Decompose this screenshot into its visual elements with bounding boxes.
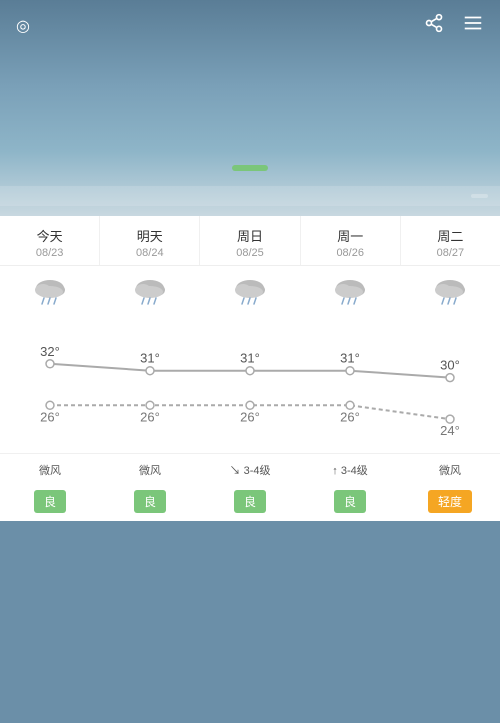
top-bar: ◎ bbox=[0, 0, 500, 47]
location-area[interactable]: ◎ bbox=[16, 16, 36, 36]
aqi-bottom-row: 良 良 良 良 轻度 bbox=[0, 484, 500, 521]
temperature-value bbox=[0, 57, 500, 147]
svg-text:31°: 31° bbox=[140, 351, 160, 366]
share-icon[interactable] bbox=[424, 13, 444, 38]
day-col-4: 周二 08/27 bbox=[401, 216, 500, 265]
day-col-3: 周一 08/26 bbox=[301, 216, 401, 265]
day-col-1: 明天 08/24 bbox=[100, 216, 200, 265]
forecast-link[interactable] bbox=[471, 194, 488, 198]
wind-cell-1: 微风 bbox=[100, 462, 200, 478]
forecast-section: 今天 08/23明天 08/24周日 08/25周一 08/26周二 08/27 bbox=[0, 216, 500, 521]
chart-area: 32° 26° 31° 26° 31° 26° 31° 26° 30° 24° bbox=[0, 323, 500, 453]
icons-row bbox=[0, 266, 500, 323]
aqi-pill-2: 良 bbox=[234, 490, 266, 513]
weather-icon-2 bbox=[200, 276, 300, 313]
wind-cell-4: 微风 bbox=[400, 462, 500, 478]
wind-row: 微风微风↘ 3-4级↑ 3-4级微风 bbox=[0, 453, 500, 484]
wind-cell-2: ↘ 3-4级 bbox=[200, 462, 300, 478]
svg-text:24°: 24° bbox=[440, 423, 460, 438]
day-date: 08/26 bbox=[301, 247, 400, 259]
aqi-cell-0: 良 bbox=[0, 490, 100, 513]
weather-icon-1 bbox=[100, 276, 200, 313]
day-name: 今天 bbox=[0, 226, 99, 245]
aqi-cell-2: 良 bbox=[200, 490, 300, 513]
svg-text:26°: 26° bbox=[340, 409, 360, 424]
weather-icon-0 bbox=[0, 276, 100, 313]
aqi-pill-0: 良 bbox=[34, 490, 66, 513]
svg-text:26°: 26° bbox=[140, 409, 160, 424]
svg-text:30°: 30° bbox=[440, 358, 460, 373]
weather-icon-4 bbox=[400, 276, 500, 313]
day-name: 周二 bbox=[401, 226, 500, 245]
day-date: 08/24 bbox=[100, 247, 199, 259]
day-date: 08/27 bbox=[401, 247, 500, 259]
weather-icon-3 bbox=[300, 276, 400, 313]
aqi-pill-4: 轻度 bbox=[428, 490, 472, 513]
svg-text:26°: 26° bbox=[240, 409, 260, 424]
day-name: 明天 bbox=[100, 226, 199, 245]
aqi-badge bbox=[232, 165, 268, 171]
day-date: 08/23 bbox=[0, 247, 99, 259]
day-name: 周日 bbox=[200, 226, 299, 245]
wind-cell-0: 微风 bbox=[0, 462, 100, 478]
svg-text:31°: 31° bbox=[240, 351, 260, 366]
aqi-cell-4: 轻度 bbox=[400, 490, 500, 513]
svg-text:31°: 31° bbox=[340, 351, 360, 366]
aqi-cell-1: 良 bbox=[100, 490, 200, 513]
wind-cell-3: ↑ 3-4级 bbox=[300, 462, 400, 478]
location-icon: ◎ bbox=[16, 16, 30, 36]
aqi-pill-3: 良 bbox=[334, 490, 366, 513]
day-name: 周一 bbox=[301, 226, 400, 245]
temperature-display bbox=[0, 47, 500, 155]
menu-icon[interactable] bbox=[462, 12, 484, 39]
top-icons bbox=[424, 12, 484, 39]
days-header: 今天 08/23明天 08/24周日 08/25周一 08/26周二 08/27 bbox=[0, 216, 500, 266]
day-col-2: 周日 08/25 bbox=[200, 216, 300, 265]
today-bar bbox=[0, 186, 500, 206]
svg-text:26°: 26° bbox=[40, 409, 60, 424]
aqi-pill-1: 良 bbox=[134, 490, 166, 513]
aqi-cell-3: 良 bbox=[300, 490, 400, 513]
header-section: ◎ bbox=[0, 0, 500, 216]
svg-text:32°: 32° bbox=[40, 344, 60, 359]
aqi-row bbox=[0, 165, 500, 186]
day-col-0: 今天 08/23 bbox=[0, 216, 100, 265]
day-date: 08/25 bbox=[200, 247, 299, 259]
